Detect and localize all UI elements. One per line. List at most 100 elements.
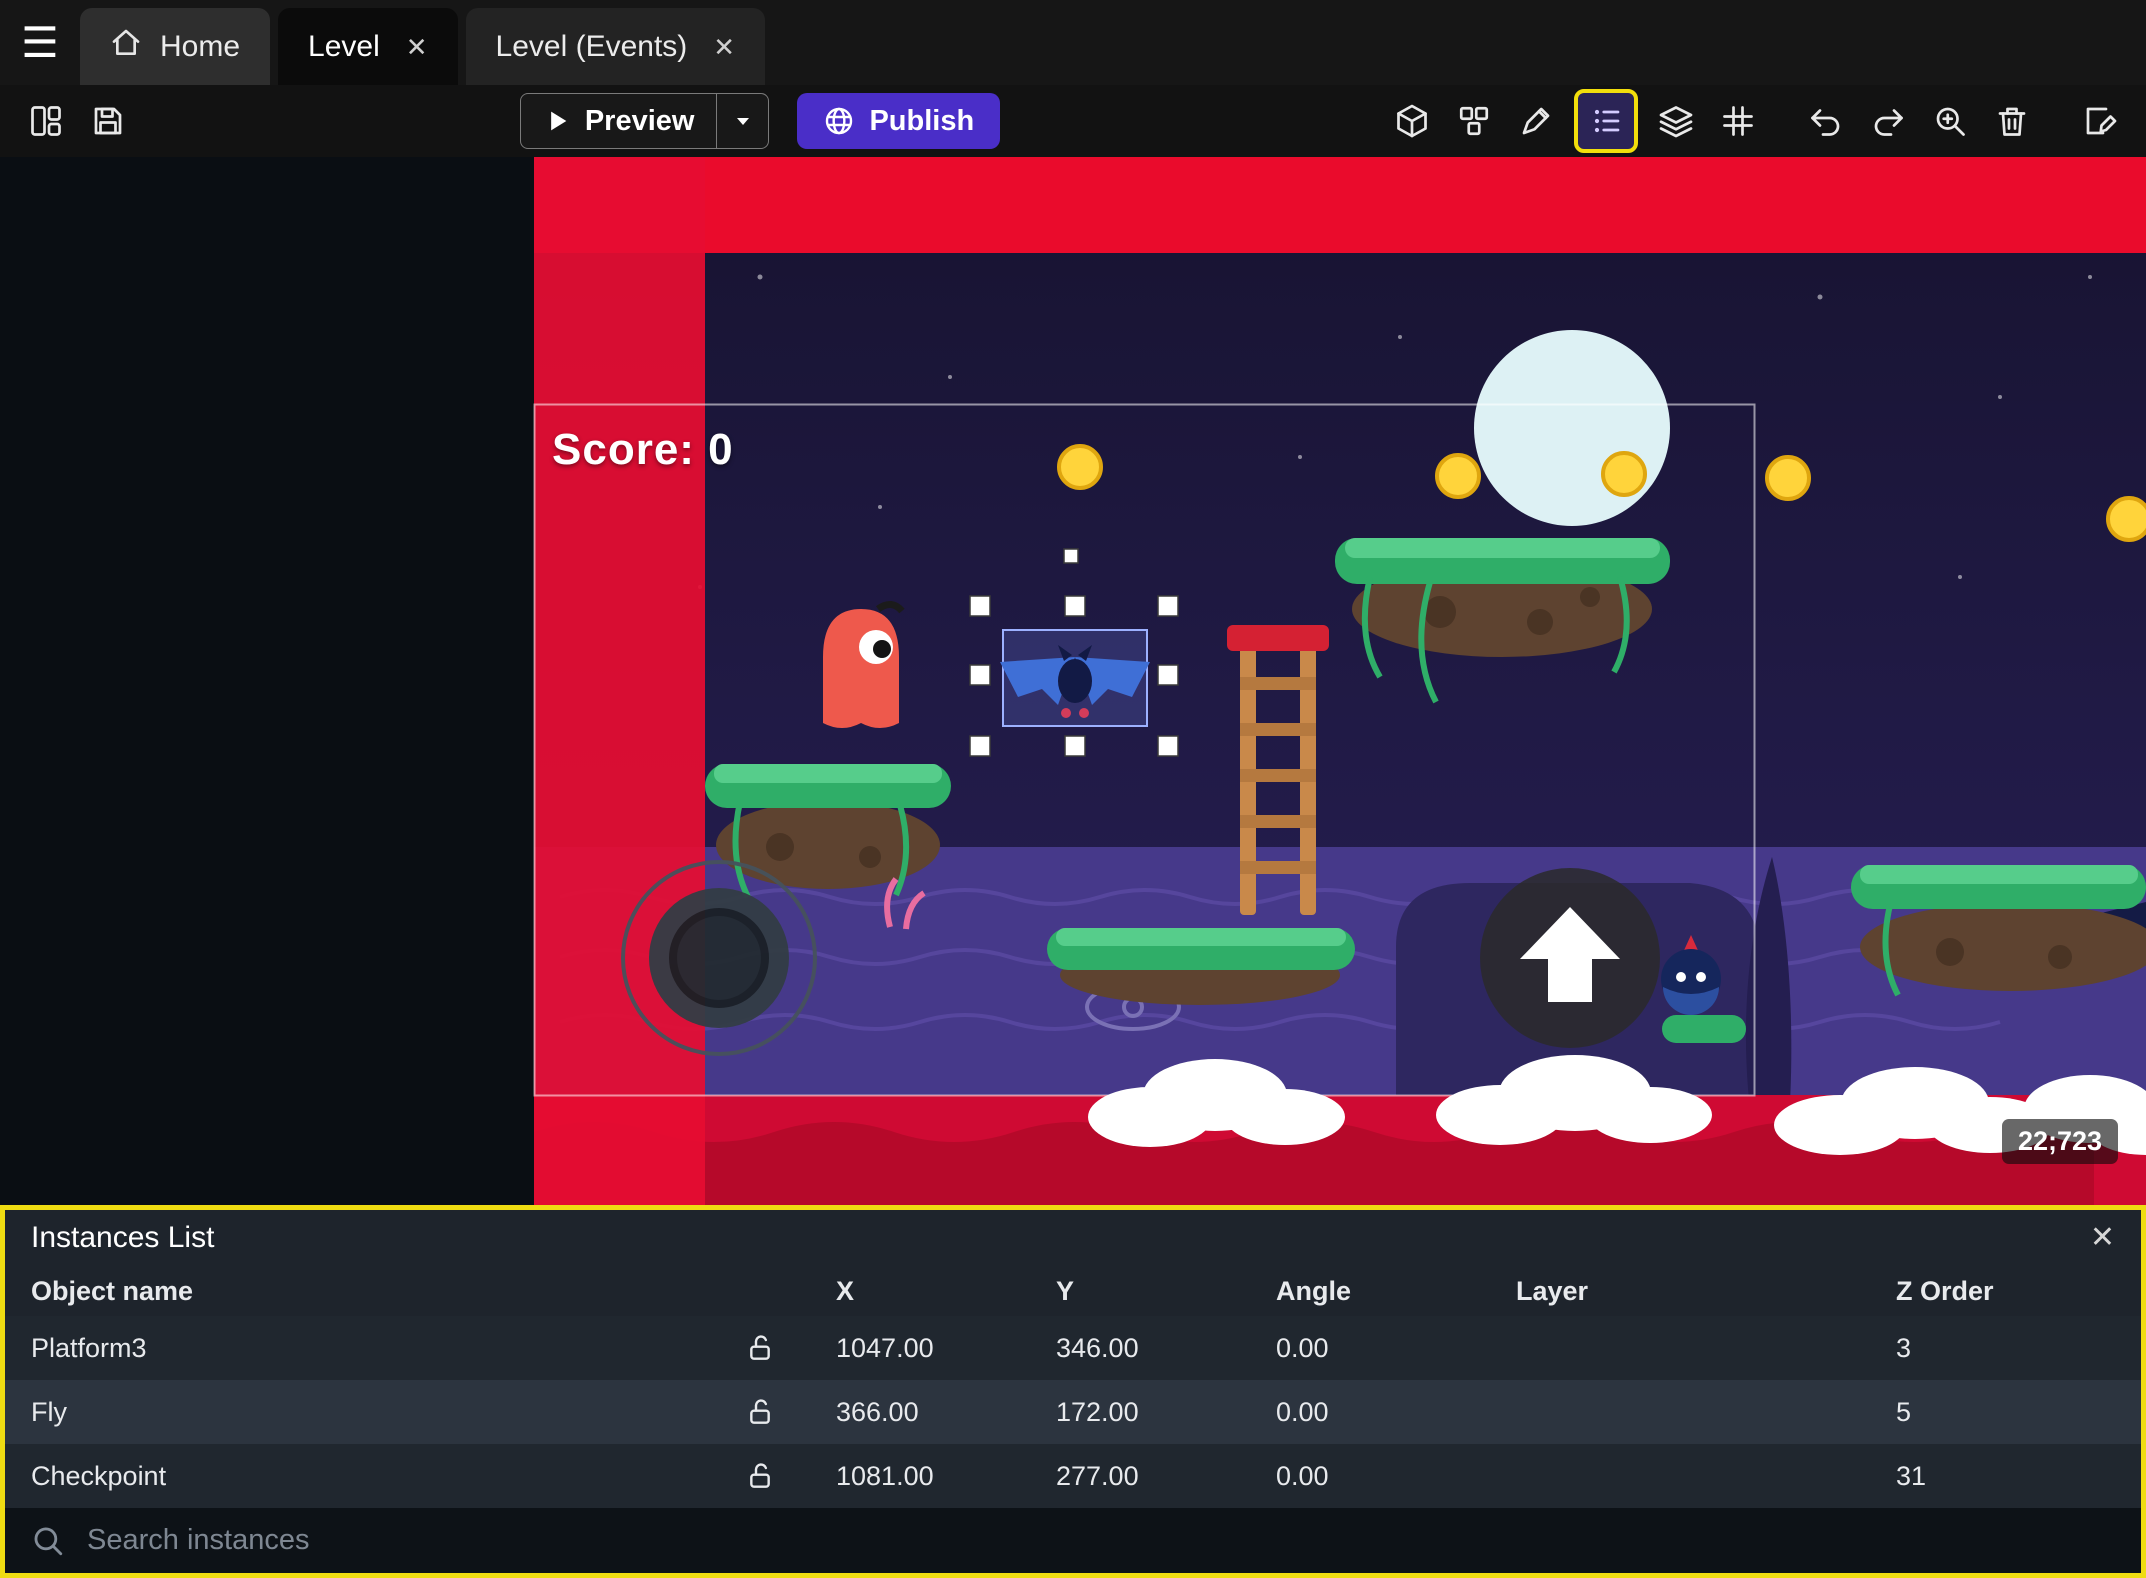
panel-close-button[interactable]: ✕ [2090, 1223, 2115, 1253]
chevron-down-icon [736, 118, 749, 125]
grid-toggle-button[interactable] [1710, 93, 1766, 149]
instance-angle: 0.00 [1276, 1332, 1329, 1363]
objects-panel-button[interactable] [1446, 93, 1502, 149]
tab-home[interactable]: Home [80, 8, 271, 85]
unlock-icon [750, 1463, 770, 1488]
close-icon[interactable]: ✕ [713, 34, 735, 60]
app-window: ☰ Home Level ✕ Level (Events) ✕ Preview … [0, 0, 2146, 1578]
platform[interactable] [1662, 1015, 1746, 1043]
instance-z: 3 [1896, 1332, 1912, 1363]
instance-x: 1081.00 [836, 1460, 934, 1491]
layers-panel-button[interactable] [1648, 93, 1704, 149]
home-icon [110, 27, 142, 67]
score-text: Score: 0 [552, 425, 734, 474]
tab-bar: ☰ Home Level ✕ Level (Events) ✕ [0, 0, 2146, 85]
undo-icon [1811, 109, 1840, 136]
project-manager-button[interactable] [18, 93, 74, 149]
edit-object-button[interactable] [1508, 93, 1564, 149]
col-x: X [836, 1275, 855, 1306]
instances-list-highlight [1574, 89, 1638, 153]
search-input[interactable] [87, 1524, 2115, 1557]
red-vertical-band[interactable] [534, 157, 705, 1205]
instance-z: 31 [1896, 1460, 1927, 1491]
preview-label: Preview [584, 104, 695, 137]
instance-z: 5 [1896, 1396, 1912, 1427]
instance-angle: 0.00 [1276, 1396, 1329, 1427]
edit-scene-button[interactable] [2072, 93, 2128, 149]
instance-y: 346.00 [1056, 1332, 1139, 1363]
panel-title: Instances List [31, 1221, 215, 1254]
save-button[interactable] [80, 93, 136, 149]
publish-button[interactable]: Publish [797, 93, 1001, 149]
tab-level[interactable]: Level ✕ [278, 8, 458, 85]
instance-row-fly[interactable]: Fly 366.00 172.00 0.00 5 [5, 1380, 2141, 1444]
red-top-band[interactable] [534, 157, 2146, 253]
layers-icon [1659, 106, 1693, 138]
position-indicator: 22;723 [2002, 1119, 2119, 1164]
undo-button[interactable] [1798, 93, 1854, 149]
instance-angle: 0.00 [1276, 1460, 1329, 1491]
col-angle: Angle [1276, 1275, 1352, 1306]
instance-row-platform3[interactable]: Platform3 1047.00 346.00 0.00 3 [5, 1316, 2141, 1380]
add-object-button[interactable] [1384, 93, 1440, 149]
tab-level-events[interactable]: Level (Events) ✕ [465, 8, 766, 85]
platform[interactable] [1047, 928, 1355, 1005]
player-character[interactable] [823, 601, 905, 728]
col-z-order: Z Order [1896, 1275, 1994, 1306]
grid-icon [1723, 106, 1753, 136]
close-icon[interactable]: ✕ [406, 34, 428, 60]
objects-group-icon [1459, 106, 1489, 136]
pencil-icon [1522, 107, 1550, 135]
lock-toggle[interactable] [710, 1332, 810, 1364]
moon[interactable] [1474, 330, 1670, 526]
unlock-icon [750, 1399, 770, 1424]
tab-label: Level (Events) [495, 29, 688, 63]
zoom-button[interactable] [1922, 93, 1978, 149]
instance-y: 277.00 [1056, 1460, 1139, 1491]
scene-art [0, 157, 2146, 1205]
instance-y: 172.00 [1056, 1396, 1139, 1427]
selected-instance-fly[interactable] [1000, 629, 1150, 727]
globe-icon [826, 107, 853, 135]
preview-dropdown-button[interactable] [716, 94, 768, 148]
lock-toggle[interactable] [710, 1460, 810, 1492]
zoom-in-icon [1936, 107, 1965, 136]
delete-button[interactable] [1984, 93, 2040, 149]
preview-button-group: Preview [519, 93, 770, 149]
search-icon [34, 1527, 63, 1555]
publish-label: Publish [869, 104, 975, 137]
tab-label: Level [308, 29, 380, 63]
col-layer: Layer [1516, 1275, 1589, 1306]
instance-name: Checkpoint [31, 1460, 167, 1491]
instances-list-button[interactable] [1578, 93, 1634, 149]
instances-header-row: Object name X Y Angle Layer Z Order [5, 1266, 2141, 1316]
cube-3d-icon [1397, 104, 1427, 138]
save-icon [94, 107, 122, 135]
lock-toggle[interactable] [710, 1396, 810, 1428]
scene-edit-icon [2086, 107, 2117, 135]
col-y: Y [1056, 1275, 1075, 1306]
editor-toolbar: Preview Publish [0, 85, 2146, 157]
unlock-icon [750, 1335, 770, 1360]
instances-panel: Instances List ✕ Object name X Y Angle L… [0, 1205, 2146, 1578]
fly-body [1058, 659, 1092, 703]
instance-name: Platform3 [31, 1332, 147, 1363]
tab-label: Home [160, 29, 241, 63]
redo-icon [1874, 109, 1903, 136]
preview-button[interactable]: Preview [521, 94, 717, 148]
joystick-control [621, 860, 817, 1056]
trash-icon [1998, 107, 2026, 136]
col-object-name: Object name [31, 1275, 194, 1306]
instance-x: 1047.00 [836, 1332, 934, 1363]
instances-search-bar[interactable] [5, 1508, 2141, 1573]
instances-list-icon [1594, 109, 1620, 133]
scene-canvas[interactable]: Score: 0 22;723 [0, 157, 2146, 1205]
jump-button [1480, 868, 1660, 1048]
menu-button[interactable]: ☰ [0, 0, 80, 85]
layout-columns-icon [31, 106, 61, 136]
hamburger-icon: ☰ [21, 19, 59, 66]
instance-x: 366.00 [836, 1396, 919, 1427]
redo-button[interactable] [1860, 93, 1916, 149]
instance-row-checkpoint[interactable]: Checkpoint 1081.00 277.00 0.00 31 [5, 1444, 2141, 1508]
instance-name: Fly [31, 1396, 67, 1427]
